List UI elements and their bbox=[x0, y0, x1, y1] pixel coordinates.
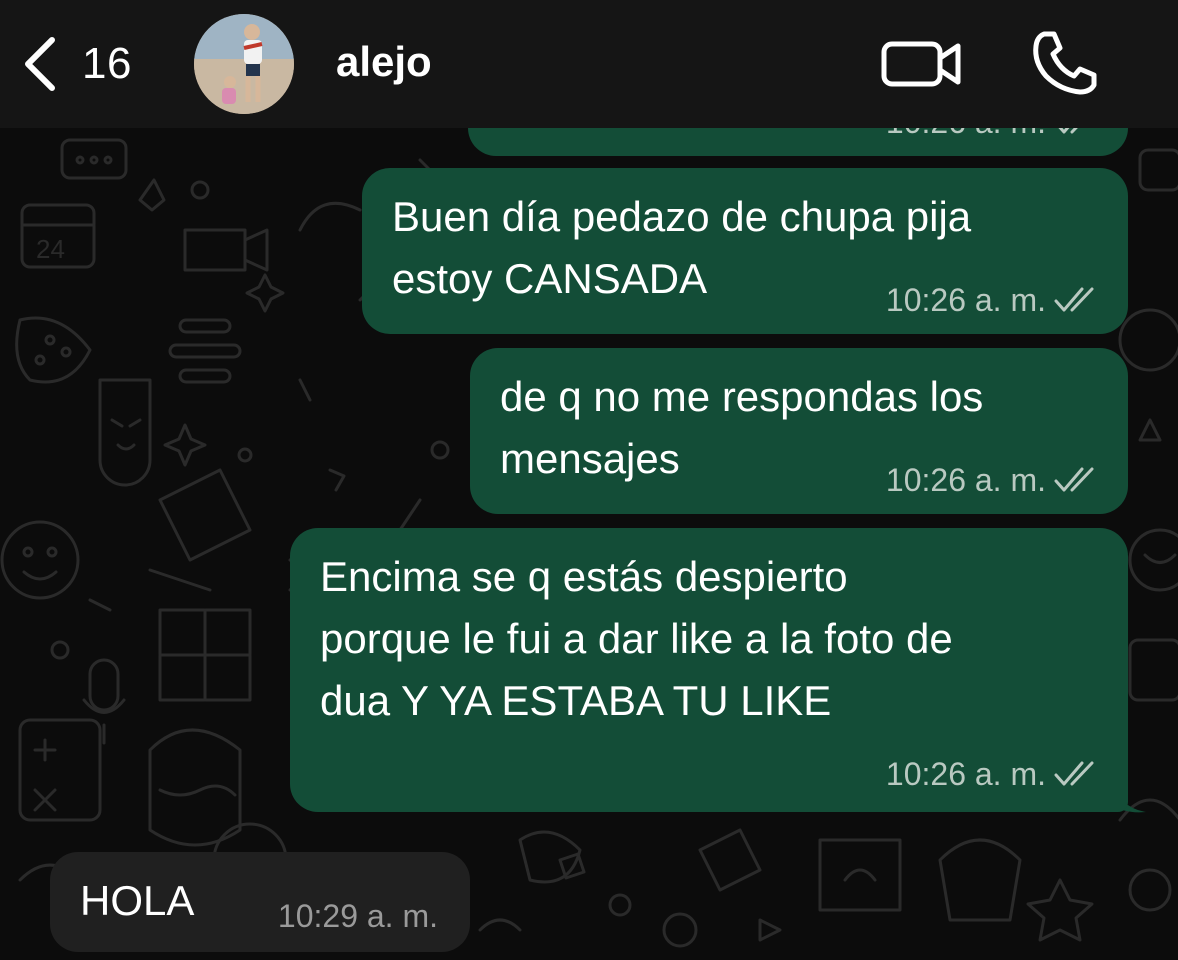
message-bubble-incoming[interactable]: HOLA 10:29 a. m. bbox=[50, 852, 470, 952]
double-check-icon bbox=[1054, 465, 1100, 495]
chevron-left-icon bbox=[20, 34, 60, 94]
back-button[interactable]: 16 bbox=[20, 28, 132, 100]
avatar[interactable] bbox=[194, 14, 294, 114]
message-bubble-outgoing[interactable]: Encima se q estás despierto porque le fu… bbox=[290, 528, 1128, 812]
chat-screen: 24 16 alejo Buen día pedazo de chupa pij… bbox=[0, 0, 1178, 960]
voice-call-button[interactable] bbox=[1030, 28, 1100, 98]
message-time: 10:26 a. m. bbox=[885, 756, 1046, 792]
video-call-button[interactable] bbox=[880, 34, 964, 94]
message-bubble-outgoing[interactable]: de q no me respondas los mensajes 10:26 … bbox=[470, 348, 1128, 514]
message-meta: 10:26 a. m. bbox=[886, 460, 1100, 500]
message-meta: 10:29 a. m. bbox=[278, 896, 438, 936]
message-text: Encima se q estás despierto porque le fu… bbox=[320, 553, 953, 724]
message-meta: 10:26 a. m. bbox=[886, 754, 1100, 794]
video-camera-icon bbox=[881, 41, 961, 87]
message-bubble-outgoing[interactable]: Buen día pedazo de chupa pija estoy CANS… bbox=[362, 168, 1128, 334]
phone-icon bbox=[1033, 31, 1097, 95]
message-time: 10:29 a. m. bbox=[277, 898, 438, 934]
message-text: Buen día pedazo de chupa pija estoy CANS… bbox=[392, 193, 972, 302]
message-time: 10:26 a. m. bbox=[885, 462, 1046, 498]
double-check-icon bbox=[1054, 285, 1100, 315]
unread-count: 16 bbox=[82, 39, 132, 88]
message-time: 10:26 a. m. bbox=[885, 282, 1046, 318]
message-text: HOLA bbox=[80, 877, 195, 924]
chat-header: 16 alejo bbox=[0, 0, 1178, 128]
contact-name[interactable]: alejo bbox=[336, 38, 432, 86]
svg-text:24: 24 bbox=[36, 234, 65, 264]
double-check-icon bbox=[1054, 759, 1100, 789]
message-meta: 10:26 a. m. bbox=[886, 280, 1100, 320]
